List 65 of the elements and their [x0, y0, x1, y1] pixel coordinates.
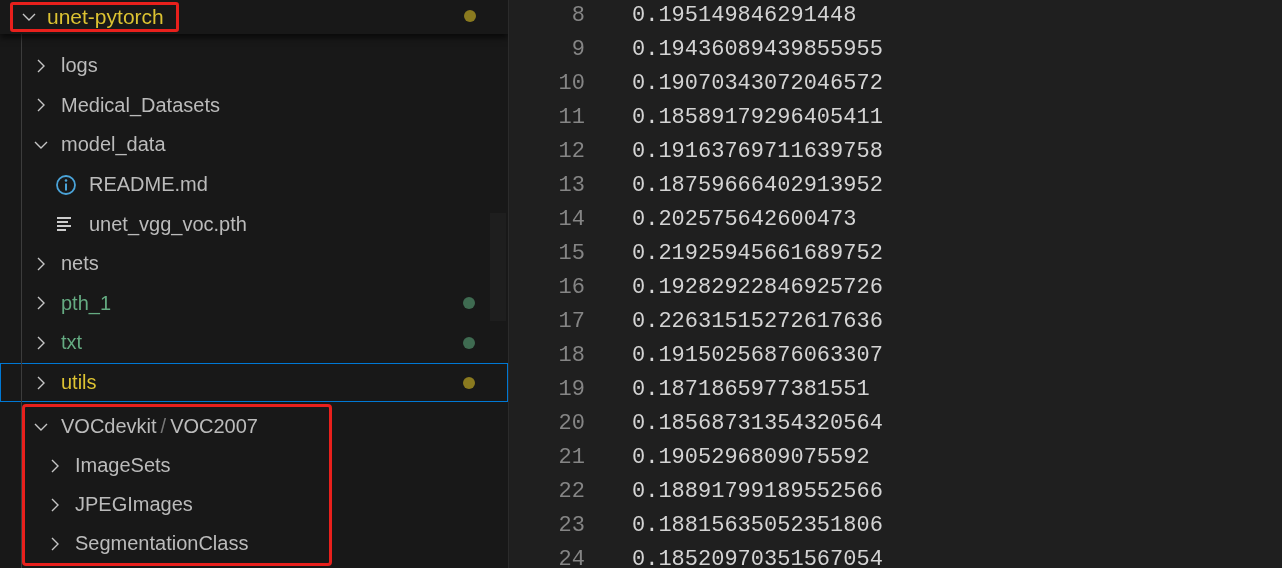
path-separator: /: [160, 415, 167, 439]
tree-item[interactable]: VOCdevkit / VOC2007: [0, 407, 329, 447]
item-name: model_data: [61, 133, 166, 157]
info-icon: [55, 173, 77, 196]
line-number: 18: [557, 342, 585, 368]
code-line: 0.195149846291448: [632, 2, 857, 28]
line-number: 21: [557, 444, 585, 470]
tree-item[interactable]: SegmentationClass: [0, 524, 329, 564]
item-name: JPEGImages: [75, 493, 193, 517]
code-line: 0.1905296809075592: [632, 444, 870, 470]
line-number: 16: [557, 274, 585, 300]
code-line: 0.19150256876063307: [632, 342, 883, 368]
line-number: 12: [557, 138, 585, 164]
code-line: 0.18520970351567054: [632, 546, 883, 568]
code-line: 0.19282922846925726: [632, 274, 883, 300]
code-line: 0.22631515272617636: [632, 308, 883, 334]
item-name: utils: [61, 371, 97, 395]
tree-item[interactable]: JPEGImages: [0, 485, 329, 525]
item-name: VOCdevkit: [61, 415, 157, 439]
code-line: 0.19436089439855955: [632, 36, 883, 62]
line-number: 14: [557, 206, 585, 232]
line-number: 17: [557, 308, 585, 334]
item-name: SegmentationClass: [75, 532, 249, 556]
tree-item[interactable]: unet_vgg_voc.pth: [0, 204, 508, 244]
line-number: 19: [557, 376, 585, 402]
tree-item[interactable]: model_data: [0, 125, 508, 165]
line-number: 9: [570, 36, 585, 62]
line-number: 23: [557, 512, 585, 538]
code-line: 0.18759666402913952: [632, 172, 883, 198]
root-folder-row[interactable]: unet-pytorch: [10, 2, 179, 32]
code-line: 0.1871865977381551: [632, 376, 870, 402]
tree-item[interactable]: logs: [0, 46, 508, 86]
tree-item[interactable]: nets: [0, 243, 508, 284]
item-name: txt: [61, 331, 83, 355]
line-number: 8: [570, 2, 585, 28]
item-name: logs: [61, 54, 98, 78]
code-line: 0.18815635052351806: [632, 512, 883, 538]
code-line: 0.18589179296405411: [632, 104, 883, 130]
folder-name: unet-pytorch: [47, 5, 164, 29]
line-number: 20: [557, 410, 585, 436]
line-number: 24: [557, 546, 585, 568]
line-number: 22: [557, 478, 585, 504]
code-line: 0.18568731354320564: [632, 410, 883, 436]
line-number: 13: [557, 172, 585, 198]
code-line: 0.21925945661689752: [632, 240, 883, 266]
tree-item[interactable]: pth_1: [0, 283, 508, 324]
code-line: 0.19163769711639758: [632, 138, 883, 164]
item-name: nets: [61, 252, 99, 276]
tree-item[interactable]: Medical_Datasets: [0, 85, 508, 126]
item-name: pth_1: [61, 291, 112, 315]
tree-item[interactable]: README.md: [0, 164, 508, 205]
item-name: unet_vgg_voc.pth: [89, 212, 247, 236]
code-line: 0.18891799189552566: [632, 478, 883, 504]
item-name: ImageSets: [75, 454, 171, 478]
line-number: 10: [557, 70, 585, 96]
code-line: 0.19070343072046572: [632, 70, 883, 96]
line-number: 15: [557, 240, 585, 266]
tree-item[interactable]: utils: [0, 362, 508, 403]
line-number: 11: [557, 104, 585, 130]
code-line: 0.202575642600473: [632, 206, 857, 232]
item-name: README.md: [89, 173, 208, 197]
tree-item[interactable]: txt: [0, 323, 508, 363]
item-name: Medical_Datasets: [61, 93, 220, 117]
tree-item[interactable]: ImageSets: [0, 446, 329, 486]
item-name: VOC2007: [170, 415, 258, 439]
